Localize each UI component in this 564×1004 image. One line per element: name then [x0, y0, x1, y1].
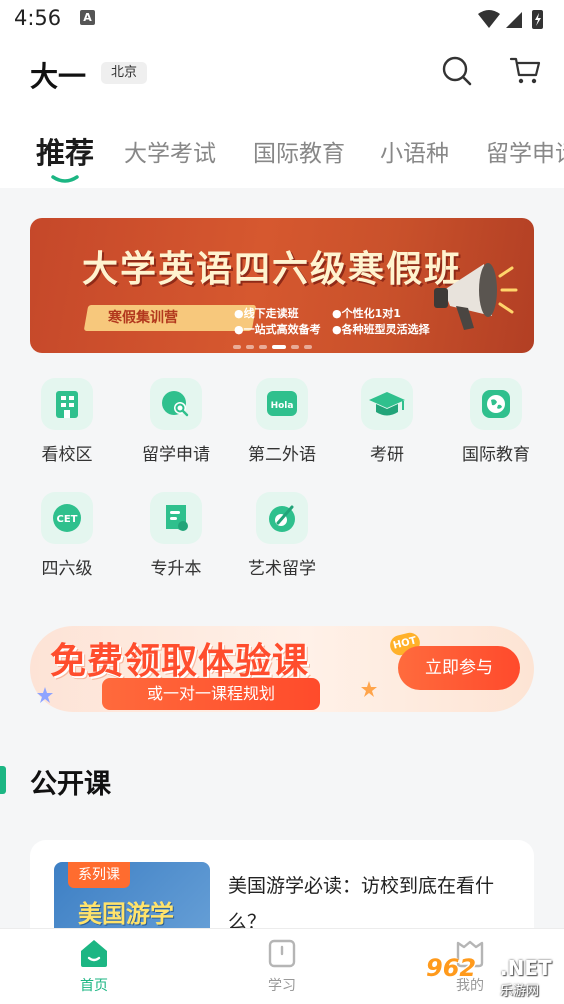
search-icon — [442, 56, 472, 86]
free-trial-banner[interactable]: 免费领取体验课 或一对一课程规划 HOT 立即参与 — [30, 626, 534, 712]
cet-icon: CET — [41, 492, 93, 544]
nav-study[interactable]: 学习 — [242, 937, 322, 995]
cet-text: CET — [57, 514, 78, 525]
nav-label: 首页 — [80, 978, 108, 994]
course-tag: 系列课 — [68, 862, 130, 888]
category-campus[interactable]: 看校区 — [17, 378, 117, 465]
category-international-education[interactable]: 国际教育 — [446, 378, 546, 465]
search-button[interactable] — [440, 54, 474, 88]
site-watermark: 962 .NET 乐游网 — [426, 954, 558, 1000]
hola-text: Hola — [271, 401, 294, 411]
category-label: 看校区 — [41, 445, 93, 465]
banner-feature: ●个性化1对1 — [332, 307, 401, 320]
category-label: 专升本 — [150, 559, 202, 579]
category-label: 四六级 — [41, 559, 93, 579]
graduation-cap-icon — [361, 378, 413, 430]
pagination-dot — [246, 345, 254, 349]
city-selector[interactable]: 大一 — [30, 55, 96, 95]
book-icon — [265, 937, 299, 969]
cart-button[interactable] — [508, 54, 542, 88]
star-icon — [37, 687, 53, 703]
status-bar: 4:56 A — [0, 0, 564, 38]
promo-title: 免费领取体验课 — [50, 641, 310, 682]
category-label: 第二外语 — [248, 445, 316, 465]
category-cet[interactable]: CET 四六级 — [17, 492, 117, 579]
app-header: 大一 北京 — [0, 38, 564, 110]
section-accent-bar — [0, 766, 6, 794]
category-tabs: 推荐 大学考试 国际教育 小语种 留学申请 — [0, 110, 564, 188]
banner-title: 大学英语四六级寒假班 — [82, 249, 463, 290]
hero-banner[interactable]: 大学英语四六级寒假班 寒假集训营 ●线下走读班 ●个性化1对1 ●一站式高效备考… — [30, 218, 534, 353]
location-tag[interactable]: 北京 — [101, 62, 148, 84]
category-label: 留学申请 — [142, 445, 210, 465]
cart-icon — [509, 57, 541, 84]
course-title: 美国游学必读：访校到底在看什么？ — [228, 875, 495, 928]
banner-feature: ●线下走读班 — [234, 307, 299, 320]
banner-feature: ●各种班型灵活选择 — [332, 323, 430, 336]
category-label: 艺术留学 — [248, 559, 316, 579]
banner-pill: 寒假集训营 — [108, 310, 178, 326]
star-icon — [361, 681, 377, 697]
main-content: 大学英语四六级寒假班 寒假集训营 ●线下走读班 ●个性化1对1 ●一站式高效备考… — [0, 188, 564, 928]
home-icon — [77, 937, 111, 969]
megaphone-icon — [434, 263, 518, 330]
status-time: 4:56 — [14, 6, 62, 30]
hola-icon: Hola — [256, 378, 308, 430]
palette-icon — [256, 492, 308, 544]
building-icon — [41, 378, 93, 430]
course-thumbnail: 系列课 美国游学 — [54, 862, 210, 928]
nav-label: 学习 — [268, 978, 296, 994]
active-tab-indicator — [51, 175, 79, 183]
notification-icon: A — [80, 10, 95, 25]
watermark-logo: 962 — [426, 954, 477, 982]
course-thumb-text: 美国游学 — [78, 900, 174, 928]
pagination-dot-active — [272, 345, 286, 349]
globe-search-icon — [150, 378, 202, 430]
tab-university-exam[interactable]: 大学考试 — [124, 134, 216, 168]
status-icons — [476, 8, 552, 34]
category-upgrade-degree[interactable]: 专升本 — [126, 492, 226, 579]
category-label: 考研 — [370, 445, 404, 465]
pagination-dot — [304, 345, 312, 349]
category-label: 国际教育 — [462, 445, 530, 465]
course-card[interactable]: 系列课 美国游学 美国游学必读：访校到底在看什么？ — [30, 840, 534, 928]
certificate-icon — [150, 492, 202, 544]
pagination-dot — [233, 345, 241, 349]
join-now-button[interactable]: 立即参与 — [398, 646, 520, 690]
tab-international-education[interactable]: 国际教育 — [253, 134, 345, 168]
earth-icon — [470, 378, 522, 430]
banner-pagination — [233, 334, 317, 353]
section-title: 公开课 — [30, 769, 111, 800]
signal-battery-icon — [478, 10, 543, 29]
tab-minor-languages[interactable]: 小语种 — [380, 134, 449, 168]
watermark-logo: 乐游网 — [500, 984, 540, 999]
category-art-study[interactable]: 艺术留学 — [232, 492, 332, 579]
category-second-language[interactable]: Hola 第二外语 — [232, 378, 332, 465]
promo-subtitle: 或一对一课程规划 — [102, 678, 320, 710]
category-study-abroad[interactable]: 留学申请 — [126, 378, 226, 465]
tab-study-abroad[interactable]: 留学申请 — [486, 134, 564, 168]
category-postgrad[interactable]: 考研 — [337, 378, 437, 465]
nav-home[interactable]: 首页 — [54, 937, 134, 995]
pagination-dot — [259, 345, 267, 349]
pagination-dot — [291, 345, 299, 349]
watermark-logo: .NET — [500, 956, 552, 980]
tab-recommend[interactable]: 推荐 — [36, 130, 94, 172]
